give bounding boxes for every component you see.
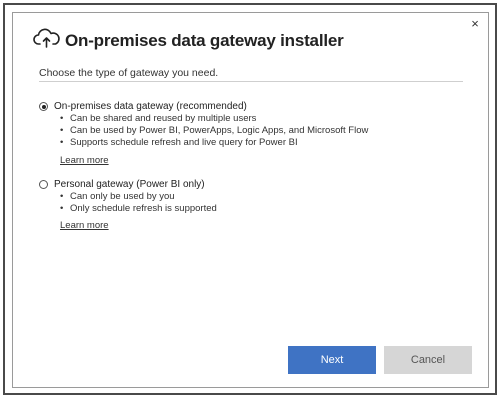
list-item: Supports schedule refresh and live query… [60, 137, 368, 149]
feature-list: Can be shared and reused by multiple use… [60, 113, 368, 150]
option-on-premises: On-premises data gateway (recommended) C… [39, 101, 368, 168]
subtitle: Choose the type of gateway you need. [39, 67, 219, 79]
screenshot-frame: × On-premises data gateway installer Cho… [3, 3, 497, 395]
list-item: Only schedule refresh is supported [60, 203, 217, 215]
cloud-upload-icon [33, 27, 65, 54]
list-item: Can be shared and reused by multiple use… [60, 113, 368, 125]
divider [39, 81, 463, 82]
installer-dialog: × On-premises data gateway installer Cho… [12, 12, 489, 388]
list-item: Can only be used by you [60, 191, 217, 203]
option-header[interactable]: On-premises data gateway (recommended) [39, 101, 368, 112]
radio-on-premises[interactable] [39, 102, 48, 111]
option-label: On-premises data gateway (recommended) [54, 101, 247, 112]
feature-list: Can only be used by you Only schedule re… [60, 191, 217, 216]
option-personal: Personal gateway (Power BI only) Can onl… [39, 179, 217, 233]
next-button[interactable]: Next [288, 346, 376, 374]
learn-more-link[interactable]: Learn more [60, 220, 109, 231]
option-label: Personal gateway (Power BI only) [54, 179, 205, 190]
cancel-button[interactable]: Cancel [384, 346, 472, 374]
close-icon[interactable]: × [468, 17, 482, 31]
dialog-title: On-premises data gateway installer [65, 30, 344, 50]
learn-more-link[interactable]: Learn more [60, 155, 109, 166]
title-row: On-premises data gateway installer [33, 27, 344, 54]
option-header[interactable]: Personal gateway (Power BI only) [39, 179, 217, 190]
radio-personal[interactable] [39, 180, 48, 189]
list-item: Can be used by Power BI, PowerApps, Logi… [60, 125, 368, 137]
